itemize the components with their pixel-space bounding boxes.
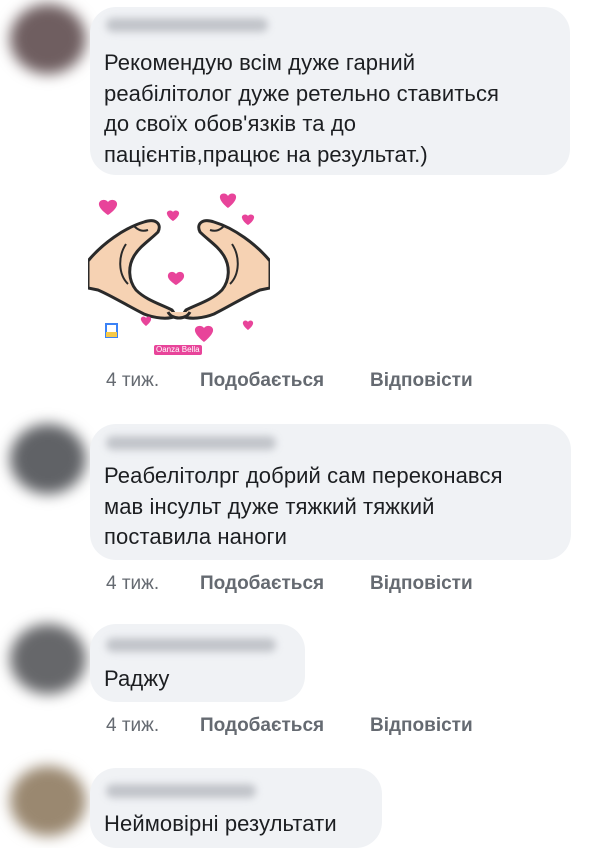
- reply-button[interactable]: Відповісти: [370, 573, 473, 595]
- reply-button[interactable]: Відповісти: [370, 370, 473, 392]
- like-button[interactable]: Подобається: [200, 370, 370, 392]
- comment-text: Реабелітолрг добрий сам переконався мав …: [104, 463, 503, 549]
- comment-actions: 4 тиж. Подобається Відповісти: [106, 369, 473, 393]
- avatar[interactable]: [10, 624, 86, 694]
- comment-time[interactable]: 4 тиж.: [106, 573, 200, 595]
- author-name[interactable]: [106, 18, 268, 32]
- avatar[interactable]: [10, 424, 86, 494]
- like-button[interactable]: Подобається: [200, 573, 370, 595]
- reply-button[interactable]: Відповісти: [370, 715, 473, 737]
- author-name[interactable]: [106, 436, 276, 450]
- comment-bubble: Реабелітолрг добрий сам переконався мав …: [90, 424, 571, 560]
- comment-text: Рекомендую всім дуже гарний реабілітолог…: [104, 50, 500, 167]
- comment-actions: 4 тиж. Подобається Відповісти: [106, 714, 473, 738]
- author-name[interactable]: [106, 638, 276, 652]
- comment-time[interactable]: 4 тиж.: [106, 715, 200, 737]
- comment-text: Раджу: [104, 666, 170, 691]
- like-button[interactable]: Подобається: [200, 715, 370, 737]
- comment-bubble: Раджу: [90, 624, 305, 702]
- avatar[interactable]: [10, 4, 86, 74]
- heart-hands-sticker: [86, 186, 272, 358]
- avatar[interactable]: [10, 766, 86, 836]
- comment-text: Неймовірні результати: [104, 811, 337, 836]
- comment-actions: 4 тиж. Подобається Відповісти: [106, 572, 473, 596]
- comment-bubble: Неймовірні результати: [90, 768, 382, 848]
- author-name[interactable]: [106, 784, 256, 798]
- comment-bubble: Рекомендую всім дуже гарний реабілітолог…: [90, 7, 570, 175]
- sticker-caption: Oanza Bella: [154, 345, 202, 355]
- comment-time[interactable]: 4 тиж.: [106, 370, 200, 392]
